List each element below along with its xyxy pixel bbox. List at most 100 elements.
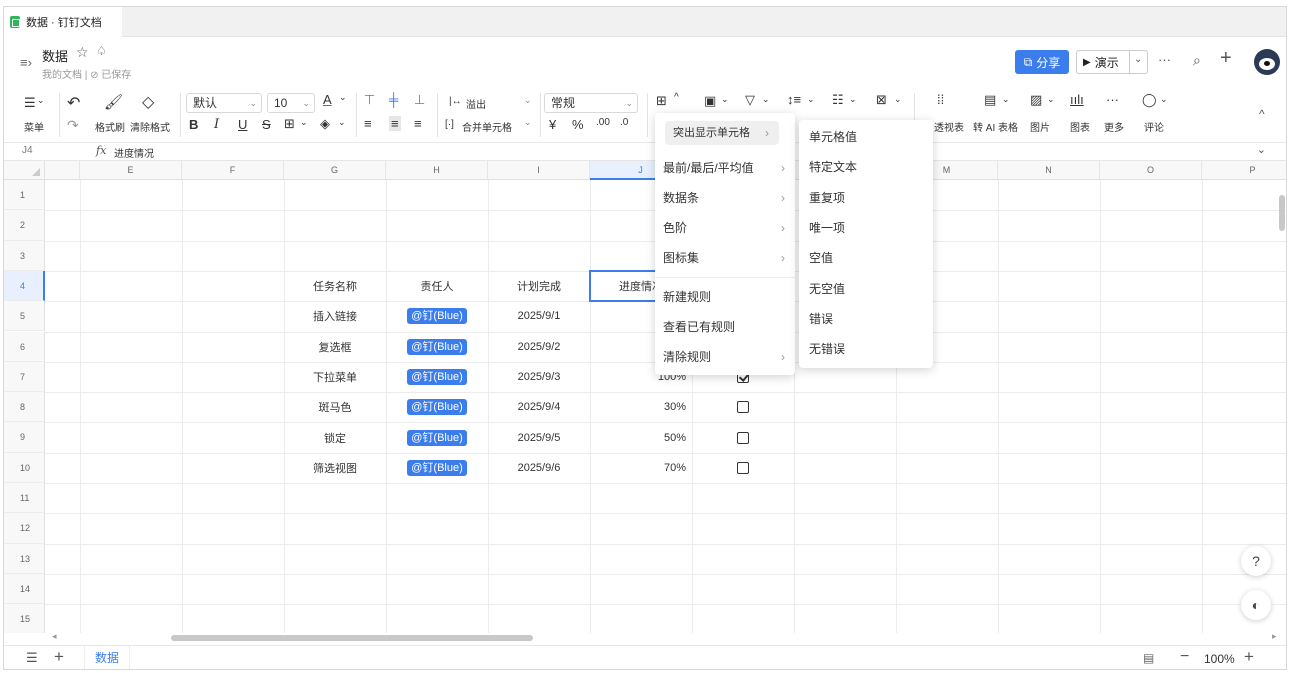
owner-cell[interactable]: @钉(Blue) [386,422,488,452]
date-cell[interactable]: 2025/9/6 [488,453,590,483]
checkbox[interactable] [737,431,749,444]
row-header-9[interactable]: 9 [4,422,45,453]
zoom-in-button[interactable]: + [1244,647,1254,667]
zoom-level[interactable]: 100% [1204,652,1235,666]
align-left-icon[interactable]: ≡ [364,116,372,131]
clear-format-button[interactable]: 清除格式 [130,119,170,134]
row-header-14[interactable]: 14 [4,573,45,605]
merge-cells-button[interactable]: 合并单元格 [462,119,512,134]
menu-item-cond-1[interactable]: 数据条 › [655,183,795,213]
owner-cell[interactable]: @钉(Blue) [386,392,488,422]
chevron-down-icon[interactable]: ⌄ [1257,143,1266,156]
eraser-icon[interactable]: ◇ [142,92,154,112]
row-header-1[interactable]: 1 [4,180,45,211]
row-header-4[interactable]: 4 [4,270,45,302]
underline-button[interactable]: U [238,117,247,132]
checkbox[interactable] [737,401,749,414]
star-icon[interactable]: ☆ [76,44,89,61]
overflow-button[interactable]: 溢出 [466,96,486,111]
row-header-7[interactable]: 7 [4,361,45,393]
date-cell[interactable]: 2025/9/4 [488,392,590,422]
freeze-icon[interactable]: ☷ [832,92,844,108]
font-color-icon[interactable]: A [323,92,332,107]
chevron-down-icon[interactable]: ⌄ [300,117,308,128]
task-name-cell[interactable]: 下拉菜单 [284,362,386,392]
chevron-down-icon[interactable]: ⌄ [524,95,532,106]
breadcrumb[interactable]: 我的文档 | ⊘ 已保存 [42,66,131,81]
column-header-g[interactable]: G [284,161,386,180]
overflow-icon[interactable]: |↔ [449,96,462,107]
column-header-o[interactable]: O [1100,161,1202,180]
submenu-item-1[interactable]: 特定文本 [799,152,933,182]
table-header-cell[interactable]: 计划完成 [488,271,590,301]
add-icon[interactable]: + [1220,47,1232,70]
avatar[interactable] [1254,49,1280,75]
chevron-down-icon[interactable]: ⌄ [1002,94,1010,105]
task-name-cell[interactable]: 筛选视图 [284,453,386,483]
column-header-f[interactable]: F [182,161,284,180]
chart-icon[interactable]: ıılı [1070,92,1084,107]
owner-cell[interactable]: @钉(Blue) [386,301,488,331]
search-icon[interactable]: ⌕ [1193,52,1201,69]
row-header-12[interactable]: 12 [4,513,45,544]
italic-button[interactable]: I [214,117,219,132]
column-header-e[interactable]: E [80,161,182,180]
row-header-2[interactable]: 2 [4,210,45,241]
task-name-cell[interactable]: 锁定 [284,422,386,452]
progress-cell[interactable]: 50% [590,422,692,452]
task-name-cell[interactable]: 插入链接 [284,301,386,331]
row-header-6[interactable]: 6 [4,331,45,362]
number-format-select[interactable]: 常规 ⌄ [544,93,638,113]
ai-table-button[interactable]: 转 AI 表格 [973,119,1018,134]
table-style-icon[interactable]: ⊠ [876,92,887,108]
outline-toggle-icon[interactable]: ≡› [20,55,32,70]
formula-input[interactable]: 进度情况 [114,145,154,160]
chevron-down-icon[interactable]: ⌄ [339,92,347,103]
pivot-table-button[interactable]: 透视表 [934,119,964,134]
chevron-down-icon[interactable]: ⌄ [849,94,857,105]
submenu-item-7[interactable]: 无错误 [799,334,933,364]
more-icon[interactable]: ··· [1158,52,1171,67]
pivot-table-icon[interactable]: ⁞⁞ [937,92,944,107]
checkbox[interactable] [737,461,749,474]
chevron-down-icon[interactable]: ⌄ [721,94,729,105]
redo-icon[interactable]: ↷ [67,117,79,134]
row-header-11[interactable]: 11 [4,483,45,514]
task-name-cell[interactable]: 斑马色 [284,392,386,422]
checkbox-cell[interactable] [692,392,794,422]
owner-cell[interactable]: @钉(Blue) [386,332,488,362]
row-header-3[interactable]: 3 [4,240,45,271]
merge-icon[interactable]: [·] [445,119,454,130]
horizontal-scrollbar[interactable] [171,635,533,641]
column-header-n[interactable]: N [998,161,1100,180]
strikethrough-button[interactable]: S [262,117,271,132]
menu-item-rule-1[interactable]: 查看已有规则 [655,312,795,342]
submenu-item-0[interactable]: 单元格值 [799,122,933,152]
collapse-toolbar-icon[interactable]: ^ [1259,107,1265,121]
conditional-format-icon[interactable]: ⊞ [656,93,667,109]
image-icon[interactable]: ▨ [1030,92,1042,108]
date-cell[interactable]: 2025/9/2 [488,332,590,362]
align-top-icon[interactable]: ⊤ [364,92,375,108]
row-header-10[interactable]: 10 [4,452,45,483]
comment-button[interactable]: 评论 [1144,119,1164,134]
bell-icon[interactable]: ♤ [96,44,107,58]
row-header-13[interactable]: 13 [4,543,45,574]
more-button[interactable]: 更多 [1104,119,1124,134]
sort-icon[interactable]: ↕≡ [787,92,801,107]
row-header-5[interactable]: 5 [4,301,45,332]
menu-chevron-icon[interactable]: ⌄ [37,95,45,106]
mention-tag[interactable]: @钉(Blue) [407,399,467,416]
menu-item-highlight-cells[interactable]: 突出显示单元格 › [665,121,779,145]
scroll-left-icon[interactable]: ◂ [52,631,57,642]
mention-tag[interactable]: @钉(Blue) [407,338,467,355]
sheet-tab[interactable]: 数据 [84,646,131,669]
menu-item-cond-0[interactable]: 最前/最后/平均值 › [655,153,795,183]
chevron-down-icon[interactable]: ⌄ [1134,54,1142,65]
add-sheet-icon[interactable]: + [54,647,64,667]
share-button[interactable]: ⧉ 分享 [1015,50,1069,74]
align-center-icon[interactable]: ≡ [389,116,401,131]
decrease-decimal-icon[interactable]: .0 [620,117,628,128]
ai-table-icon[interactable]: ▤ [984,92,996,108]
mention-tag[interactable]: @钉(Blue) [407,368,467,385]
